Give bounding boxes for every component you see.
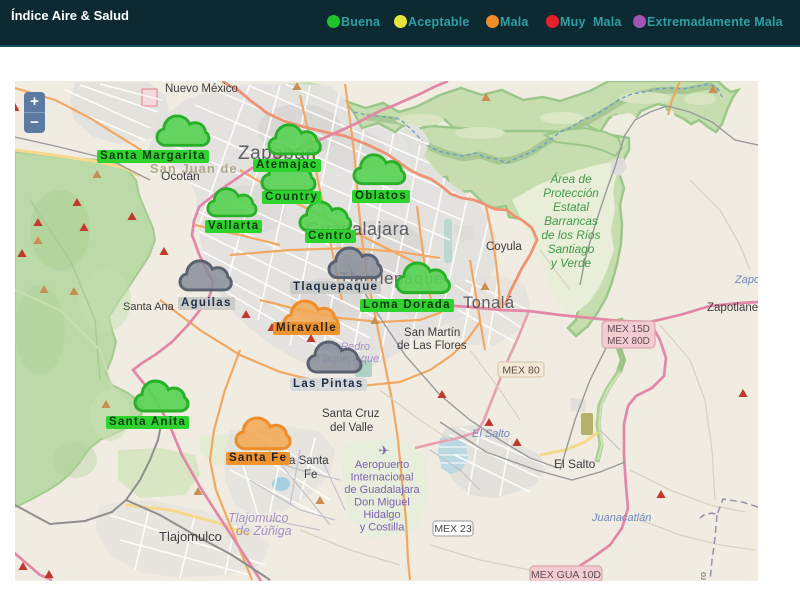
svg-text:✈: ✈ <box>379 443 390 458</box>
svg-text:Área de: Área de <box>549 172 592 186</box>
svg-text:Tlajomulco: Tlajomulco <box>228 511 288 525</box>
svg-text:MEX 23: MEX 23 <box>434 523 472 535</box>
svg-text:Barrancas: Barrancas <box>544 214 598 228</box>
svg-text:Coyula: Coyula <box>486 241 522 253</box>
svg-text:Santa Cruz: Santa Cruz <box>322 408 380 420</box>
svg-text:de Las Flores: de Las Flores <box>397 340 467 352</box>
svg-text:del Valle: del Valle <box>330 422 373 434</box>
svg-text:MEX GUA 10D: MEX GUA 10D <box>531 569 601 581</box>
svg-text:Fe: Fe <box>304 469 317 481</box>
svg-text:Nuevo México: Nuevo México <box>165 83 238 95</box>
svg-text:MEX 80D: MEX 80D <box>607 336 650 347</box>
svg-text:El Salto: El Salto <box>472 428 510 440</box>
svg-text:Zapo: Zapo <box>734 274 758 286</box>
svg-text:de los Ríos: de los Ríos <box>541 228 600 242</box>
svg-text:San Martín: San Martín <box>404 327 460 339</box>
svg-text:Protección: Protección <box>543 186 599 200</box>
svg-text:ro: ro <box>698 572 708 580</box>
svg-text:Tonalá: Tonalá <box>463 294 515 312</box>
svg-text:Juanacatlán: Juanacatlán <box>591 512 651 524</box>
svg-text:Tlajomulco: Tlajomulco <box>159 529 222 544</box>
svg-text:Hidalgo: Hidalgo <box>363 509 400 521</box>
svg-text:El Salto: El Salto <box>554 457 596 471</box>
svg-text:Don Miguel: Don Miguel <box>354 497 410 509</box>
svg-text:MEX 80: MEX 80 <box>502 365 540 377</box>
svg-text:Estatal: Estatal <box>553 200 589 214</box>
svg-text:Santiago: Santiago <box>548 242 595 256</box>
svg-text:y Verde: y Verde <box>550 256 592 270</box>
svg-text:a Santa: a Santa <box>289 455 329 467</box>
svg-text:Zapotlane: Zapotlane <box>707 302 758 314</box>
svg-text:MEX 15D: MEX 15D <box>607 324 650 335</box>
svg-text:de Zúñiga: de Zúñiga <box>236 524 292 538</box>
svg-text:Internacional: Internacional <box>351 472 414 484</box>
svg-text:Aeropuerto: Aeropuerto <box>355 459 409 471</box>
svg-text:y Costilla: y Costilla <box>360 522 406 534</box>
svg-text:Santa Ana: Santa Ana <box>123 301 175 313</box>
svg-text:San Juan de: San Juan de <box>150 161 238 176</box>
svg-text:de Guadalajara: de Guadalajara <box>344 484 420 496</box>
